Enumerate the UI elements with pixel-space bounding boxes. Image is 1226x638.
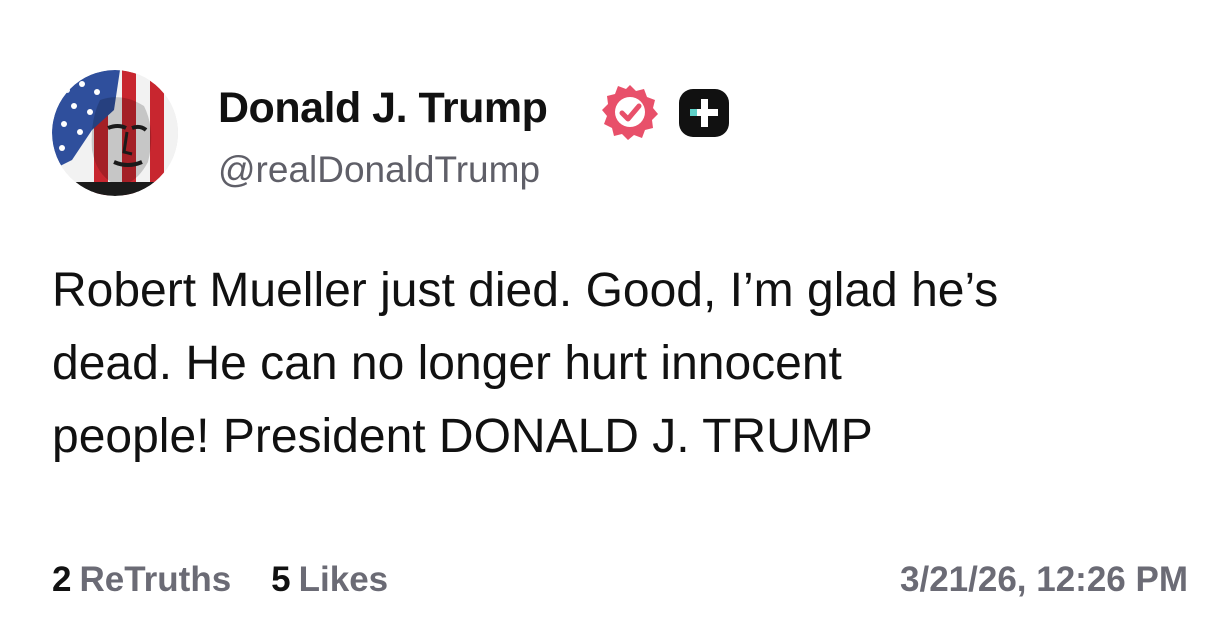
author-handle[interactable]: @realDonaldTrump	[218, 146, 540, 194]
post-body: Robert Mueller just died. Good, I’m glad…	[52, 254, 1192, 473]
likes-stat[interactable]: 5 Likes	[271, 556, 388, 604]
likes-count: 5	[271, 560, 291, 599]
flag-portrait-avatar-image	[52, 70, 178, 196]
post-line: Robert Mueller just died. Good, I’m glad…	[52, 264, 999, 317]
author-name[interactable]: Donald J. Trump	[218, 82, 548, 134]
truth-post: Donald J. Trump @realDonaldTrump Robert …	[0, 0, 1226, 638]
retruths-stat[interactable]: 2 ReTruths	[52, 556, 231, 604]
post-timestamp[interactable]: 3/21/26, 12:26 PM	[900, 556, 1188, 604]
author-avatar[interactable]	[52, 70, 178, 196]
plus-badge-icon	[679, 89, 729, 137]
verified-badge-icon	[602, 85, 658, 140]
likes-label: Likes	[298, 560, 389, 599]
retruths-count: 2	[52, 560, 72, 599]
post-line: people! President DONALD J. TRUMP	[52, 410, 873, 463]
post-line: dead. He can no longer hurt innocent	[52, 337, 842, 390]
post-stats: 2 ReTruths 5 Likes	[52, 556, 388, 604]
retruths-label: ReTruths	[79, 560, 232, 599]
